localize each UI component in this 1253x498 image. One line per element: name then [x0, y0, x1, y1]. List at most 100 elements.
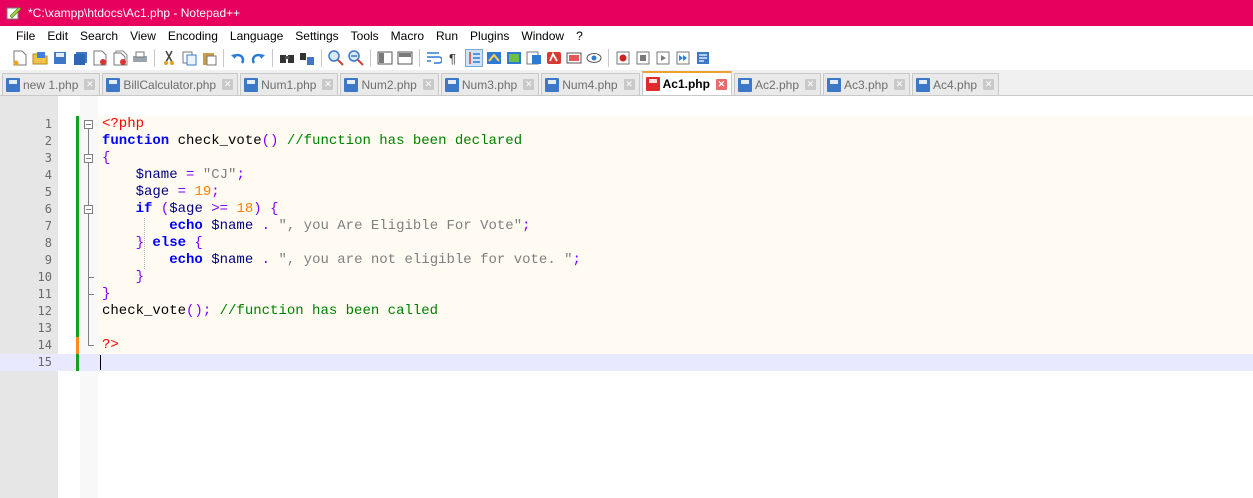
saved-file-icon — [916, 77, 931, 92]
save-all-icon[interactable] — [72, 50, 88, 66]
menu-file[interactable]: File — [0, 29, 41, 43]
close-tab-icon[interactable]: ✕ — [894, 79, 906, 90]
zoom-in-icon[interactable] — [328, 50, 344, 66]
eye-icon[interactable] — [586, 50, 602, 66]
code-line[interactable] — [98, 337, 1253, 354]
close-tab-icon[interactable]: ✕ — [84, 79, 96, 90]
code-line[interactable] — [98, 269, 1253, 286]
fold-end — [88, 345, 94, 346]
code-text: } else { — [102, 235, 203, 252]
tab-num1-php[interactable]: Num1.php ✕ — [240, 73, 339, 95]
record-macro-icon[interactable] — [615, 50, 631, 66]
change-history-marker — [76, 133, 79, 150]
run-macro-multiple-icon[interactable] — [675, 50, 691, 66]
save-icon[interactable] — [52, 50, 68, 66]
close-tab-icon[interactable]: ✕ — [623, 79, 635, 90]
find-icon[interactable] — [279, 50, 295, 66]
close-icon[interactable] — [92, 50, 108, 66]
code-line[interactable] — [98, 184, 1253, 201]
code-line[interactable] — [98, 235, 1253, 252]
stop-record-icon[interactable] — [635, 50, 651, 66]
menu-help[interactable]: ? — [570, 29, 589, 43]
tab-billcalculator-php[interactable]: BillCalculator.php ✕ — [102, 73, 239, 95]
monitor-icon[interactable] — [566, 50, 582, 66]
show-all-chars-icon[interactable]: ¶ — [446, 50, 462, 66]
menu-language[interactable]: Language — [224, 29, 289, 43]
code-token: ; — [572, 252, 581, 268]
close-all-icon[interactable] — [112, 50, 128, 66]
zoom-out-icon[interactable] — [348, 50, 364, 66]
toolbar-separator — [321, 49, 322, 67]
cut-icon[interactable] — [161, 50, 177, 66]
fold-toggle-function-block[interactable] — [84, 154, 93, 163]
save-macro-icon[interactable] — [695, 50, 711, 66]
menu-window[interactable]: Window — [515, 29, 570, 43]
word-wrap-icon[interactable] — [426, 50, 442, 66]
code-token: //function has been declared — [278, 133, 523, 149]
play-macro-icon[interactable] — [655, 50, 671, 66]
toolbar: ¶ — [0, 46, 1253, 70]
print-icon[interactable] — [132, 50, 148, 66]
toolbar-separator — [154, 49, 155, 67]
menu-encoding[interactable]: Encoding — [162, 29, 224, 43]
code-line[interactable] — [98, 167, 1253, 184]
new-file-icon[interactable] — [12, 50, 28, 66]
toolbar-separator — [272, 49, 273, 67]
doc-map-icon[interactable] — [506, 50, 522, 66]
tab-label: Ac1.php — [662, 77, 710, 91]
indent-guide-icon[interactable] — [465, 49, 483, 67]
undo-icon[interactable] — [230, 50, 246, 66]
tab-new-1-php[interactable]: new 1.php ✕ — [2, 73, 101, 95]
copy-icon[interactable] — [181, 50, 197, 66]
saved-file-icon — [344, 77, 359, 92]
tab-ac3-php[interactable]: Ac3.php ✕ — [823, 73, 911, 95]
fold-toggle-php-block[interactable] — [84, 120, 93, 129]
code-line[interactable] — [98, 320, 1253, 337]
sync-vertical-icon[interactable] — [377, 50, 393, 66]
code-token: $name — [102, 167, 178, 183]
close-tab-icon[interactable]: ✕ — [523, 79, 535, 90]
tab-num4-php[interactable]: Num4.php ✕ — [541, 73, 640, 95]
code-line[interactable] — [98, 150, 1253, 167]
paste-icon[interactable] — [201, 50, 217, 66]
change-history-marker — [76, 167, 79, 184]
menu-search[interactable]: Search — [74, 29, 124, 43]
code-token: echo — [102, 218, 203, 234]
menu-view[interactable]: View — [124, 29, 162, 43]
menu-edit[interactable]: Edit — [41, 29, 74, 43]
tab-num2-php[interactable]: Num2.php ✕ — [340, 73, 439, 95]
open-file-icon[interactable] — [32, 50, 48, 66]
code-editor[interactable]: 1 <?php 2 function check_vote() //function … — [0, 96, 1253, 498]
code-line[interactable] — [98, 116, 1253, 133]
change-history-marker — [76, 218, 79, 235]
code-line[interactable] — [0, 354, 1253, 371]
code-token: echo — [102, 252, 203, 268]
close-tab-icon[interactable]: ✕ — [422, 79, 434, 90]
udl-icon[interactable] — [486, 50, 502, 66]
redo-icon[interactable] — [250, 50, 266, 66]
menu-plugins[interactable]: Plugins — [464, 29, 515, 43]
folder-workspace-icon[interactable] — [546, 50, 562, 66]
function-list-icon[interactable] — [526, 50, 542, 66]
tab-num3-php[interactable]: Num3.php ✕ — [440, 73, 540, 95]
sync-horizontal-icon[interactable] — [397, 50, 413, 66]
tab-ac1-php[interactable]: Ac1.php ✕ — [641, 71, 732, 95]
tab-ac4-php[interactable]: Ac4.php ✕ — [912, 73, 1000, 95]
change-history-marker — [76, 235, 79, 252]
replace-icon[interactable] — [299, 50, 315, 66]
menu-tools[interactable]: Tools — [345, 29, 385, 43]
code-text: $name = "CJ"; — [102, 167, 245, 184]
menu-settings[interactable]: Settings — [289, 29, 344, 43]
saved-file-icon — [444, 77, 459, 92]
fold-toggle-if-block[interactable] — [84, 205, 93, 214]
code-token: } — [102, 286, 111, 302]
close-tab-icon[interactable]: ✕ — [222, 79, 234, 90]
close-tab-icon[interactable]: ✕ — [322, 79, 334, 90]
close-tab-icon[interactable]: ✕ — [715, 78, 727, 90]
close-tab-icon[interactable]: ✕ — [983, 79, 995, 90]
menu-macro[interactable]: Macro — [385, 29, 430, 43]
tab-ac2-php[interactable]: Ac2.php ✕ — [733, 73, 821, 95]
menu-run[interactable]: Run — [430, 29, 464, 43]
close-tab-icon[interactable]: ✕ — [805, 79, 816, 90]
code-line[interactable] — [98, 286, 1253, 303]
